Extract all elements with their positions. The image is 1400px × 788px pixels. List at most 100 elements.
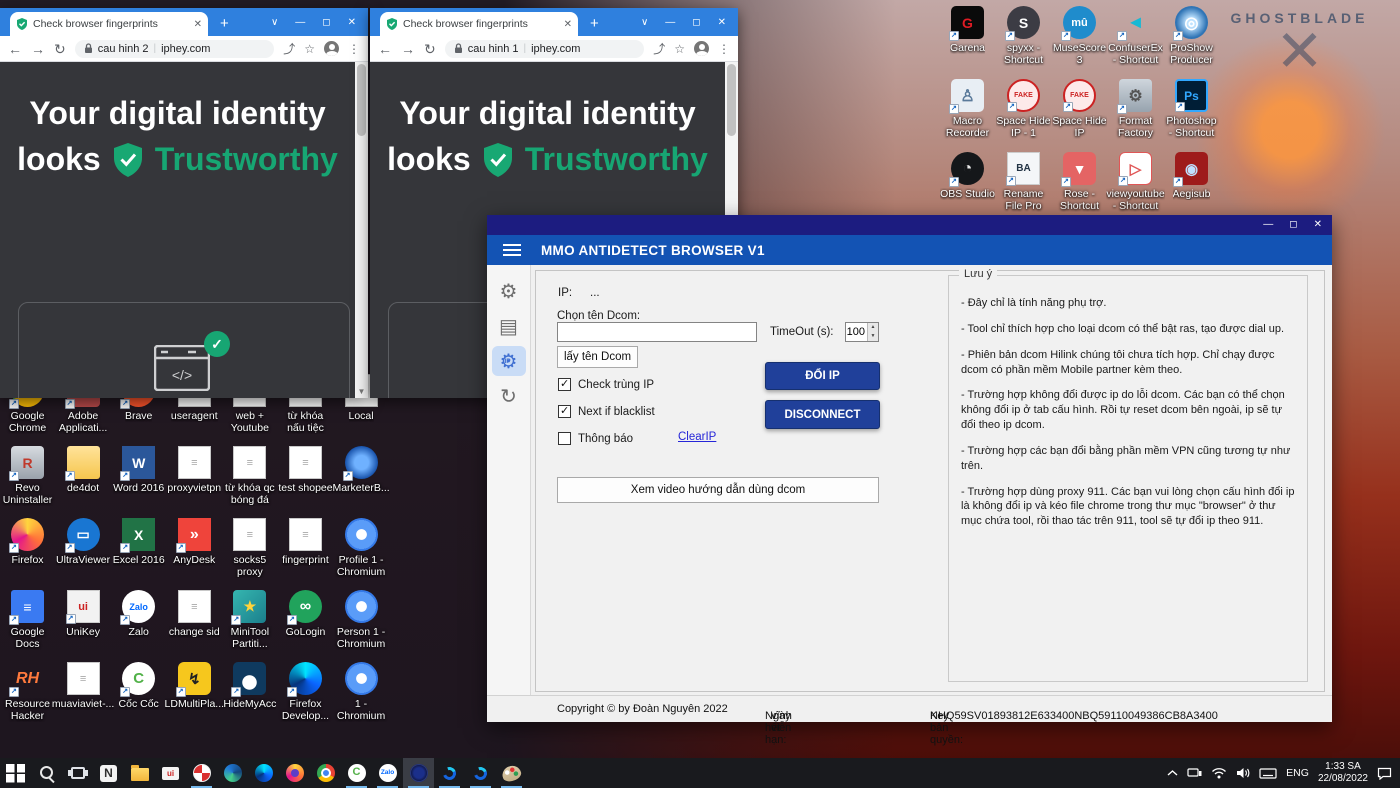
kebab-menu-icon[interactable]: ⋮	[718, 42, 730, 56]
profile-chevron-icon[interactable]: ∨	[641, 18, 648, 28]
desktop-icon[interactable]: RH Resource Hacker	[0, 662, 55, 734]
volume-icon[interactable]	[1236, 767, 1250, 779]
new-tab-button[interactable]: +	[590, 15, 599, 32]
stepper-down-icon[interactable]: ▼	[868, 332, 878, 341]
checkbox[interactable]	[558, 405, 571, 418]
minimize-button[interactable]: —	[665, 18, 675, 28]
desktop-icon[interactable]: X Excel 2016	[111, 518, 166, 590]
new-tab-button[interactable]: +	[220, 15, 229, 32]
minimize-button[interactable]: —	[1263, 220, 1273, 230]
desktop-icon[interactable]: S spyxx - Shortcut	[996, 6, 1051, 79]
reload-icon[interactable]: ↻	[54, 42, 66, 56]
desktop-icon[interactable]: ♙ Macro Recorder	[940, 79, 995, 152]
bookmark-star-icon[interactable]: ☆	[674, 42, 685, 56]
bookmark-star-icon[interactable]: ☆	[304, 42, 315, 56]
device-icon[interactable]	[1187, 768, 1202, 778]
share-icon[interactable]: ⤴	[653, 40, 665, 57]
get-dcom-button[interactable]: lấy tên Dcom	[557, 346, 638, 368]
checkbox[interactable]	[558, 432, 571, 445]
browser-tab[interactable]: Check browser fingerprints ✕	[380, 12, 578, 36]
tab-close-icon[interactable]: ✕	[564, 19, 572, 30]
scrollbar-thumb[interactable]	[357, 64, 366, 136]
stepper-up-icon[interactable]: ▲	[868, 323, 878, 332]
back-icon[interactable]: ←	[378, 42, 392, 56]
scrollbar-down-arrow-icon[interactable]: ▼	[355, 385, 368, 398]
disconnect-button[interactable]: DISCONNECT	[765, 400, 880, 429]
maximize-button[interactable]: ◻	[1289, 220, 1297, 230]
desktop-icon[interactable]: Firefox	[0, 518, 55, 590]
logs-icon[interactable]: ▤	[492, 311, 526, 341]
desktop-icon[interactable]: ≡ socks5 proxy	[222, 518, 277, 590]
desktop-icon[interactable]: FAKE Space Hide IP - 1	[996, 79, 1051, 152]
clear-ip-link[interactable]: ClearIP	[678, 431, 716, 443]
maximize-button[interactable]: ◻	[322, 18, 330, 28]
desktop-icon[interactable]: ↯ LDMultiPla...	[167, 662, 222, 734]
forward-icon[interactable]: →	[401, 42, 415, 56]
back-icon[interactable]: ←	[8, 42, 22, 56]
desktop-icon[interactable]: ◄ ConfuserEx - Shortcut	[1108, 6, 1163, 79]
desktop-icon[interactable]: Firefox Develop...	[278, 662, 333, 734]
desktop-icon[interactable]: ui UniKey	[56, 590, 111, 662]
video-guide-button[interactable]: Xem video hướng dẫn dùng dcom	[557, 477, 879, 503]
keyboard-icon[interactable]	[1259, 768, 1277, 779]
desktop-icon[interactable]: de4dot	[56, 446, 111, 518]
close-button[interactable]: ✕	[718, 18, 726, 28]
ip-settings-icon[interactable]: ⚙ IP	[492, 346, 526, 376]
timeout-stepper[interactable]: 100 ▲ ▼	[845, 322, 879, 342]
avatar[interactable]	[324, 41, 339, 56]
wifi-icon[interactable]	[1211, 767, 1227, 779]
desktop-icon[interactable]: 1 - Chromium	[334, 662, 389, 734]
desktop-icon[interactable]: ≡ test shopee	[278, 446, 333, 518]
checkbox-row[interactable]: Check trùng IP	[558, 371, 655, 398]
desktop-icon[interactable]: G Garena	[940, 6, 995, 79]
desktop-icon[interactable]: ★ MiniTool Partiti...	[222, 590, 277, 662]
desktop-icon[interactable]: ≡ fingerprint	[278, 518, 333, 590]
change-ip-button[interactable]: ĐỔI IP	[765, 362, 880, 390]
desktop-icon[interactable]: » AnyDesk	[167, 518, 222, 590]
desktop-icon[interactable]: mû MuseScore 3	[1052, 6, 1107, 79]
tray-chevron-up-icon[interactable]	[1167, 769, 1178, 777]
reload-icon[interactable]: ↻	[424, 42, 436, 56]
close-button[interactable]: ✕	[1314, 220, 1322, 230]
desktop-icon[interactable]: ≡ Google Docs	[0, 590, 55, 662]
close-button[interactable]: ✕	[348, 18, 356, 28]
checkbox[interactable]	[558, 378, 571, 391]
desktop-icon[interactable]: HideMyAcc	[222, 662, 277, 734]
desktop-icon[interactable]: W Word 2016	[111, 446, 166, 518]
address-bar[interactable]: cau hinh 1 | iphey.com	[445, 40, 644, 58]
clock[interactable]: 1:33 SA 22/08/2022	[1318, 761, 1368, 786]
dcom-name-input[interactable]	[557, 322, 757, 342]
desktop-icon[interactable]: ≡ change sid	[167, 590, 222, 662]
minimize-button[interactable]: —	[295, 18, 305, 28]
scrollbar[interactable]: ▼	[355, 62, 368, 398]
forward-icon[interactable]: →	[31, 42, 45, 56]
avatar[interactable]	[694, 41, 709, 56]
desktop-icon[interactable]: ≡ proxyvietpn	[167, 446, 222, 518]
notification-center-icon[interactable]	[1377, 767, 1392, 780]
refresh-icon[interactable]: ↻	[492, 381, 526, 411]
checkbox-row[interactable]: Thông báo	[558, 425, 655, 452]
desktop-icon[interactable]: ◎ ProShow Producer	[1164, 6, 1219, 79]
language-indicator[interactable]: ENG	[1286, 767, 1309, 779]
profile-chevron-icon[interactable]: ∨	[271, 18, 278, 28]
browser-check-card[interactable]: </> ✓ BROWSER	[18, 302, 350, 398]
kebab-menu-icon[interactable]: ⋮	[348, 42, 360, 56]
desktop-icon[interactable]: FAKE Space Hide IP	[1052, 79, 1107, 152]
desktop-icon[interactable]: R Revo Uninstaller	[0, 446, 55, 518]
tab-close-icon[interactable]: ✕	[194, 19, 202, 30]
hamburger-menu-icon[interactable]	[503, 244, 521, 256]
address-bar[interactable]: cau hinh 2 | iphey.com	[75, 40, 274, 58]
desktop-icon[interactable]: ≡ từ khóa qc bóng đá	[222, 446, 277, 518]
desktop-icon[interactable]: C Cốc Cốc	[111, 662, 166, 734]
desktop-icon[interactable]: Zalo Zalo	[111, 590, 166, 662]
desktop-icon[interactable]: ≡ muaviaviet-...	[56, 662, 111, 734]
browser-tab[interactable]: Check browser fingerprints ✕	[10, 12, 208, 36]
checkbox-row[interactable]: Next if blacklist	[558, 398, 655, 425]
desktop-icon[interactable]: MarketerB...	[334, 446, 389, 518]
desktop-icon[interactable]: Profile 1 - Chromium	[334, 518, 389, 590]
desktop-icon[interactable]: Ps Photoshop - Shortcut	[1164, 79, 1219, 152]
desktop-icon[interactable]: ▭ UltraViewer	[56, 518, 111, 590]
desktop-icon[interactable]: ⚙ Format Factory	[1108, 79, 1163, 152]
desktop-icon[interactable]: ∞ GoLogin	[278, 590, 333, 662]
scrollbar-thumb[interactable]	[727, 64, 736, 136]
